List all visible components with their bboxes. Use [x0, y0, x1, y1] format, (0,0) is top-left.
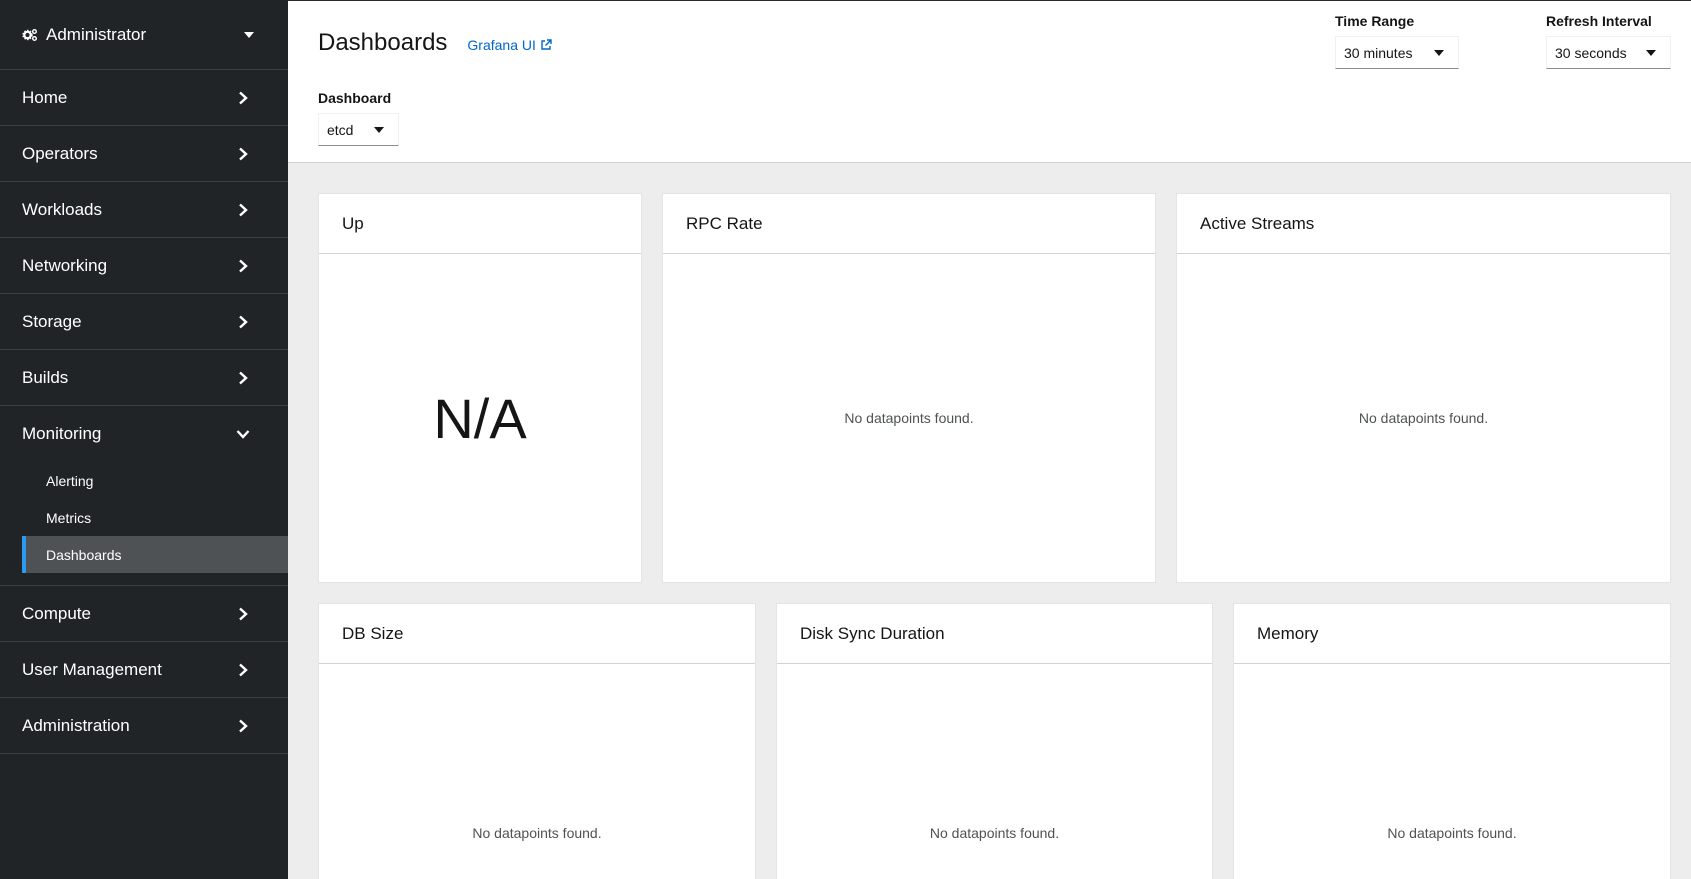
- grafana-ui-link[interactable]: Grafana UI: [467, 37, 552, 53]
- nav-operators[interactable]: Operators: [0, 126, 288, 182]
- dashboard-panels: Up N/A RPC Rate No datapoints found. Act…: [288, 163, 1691, 879]
- panel-title: Disk Sync Duration: [777, 604, 1212, 664]
- nav-networking[interactable]: Networking: [0, 238, 288, 294]
- refresh-interval-value: 30 seconds: [1555, 44, 1627, 61]
- caret-down-icon: [244, 31, 254, 38]
- empty-state-message: No datapoints found.: [844, 410, 974, 426]
- chevron-right-icon: [239, 607, 248, 620]
- nav-label: Monitoring: [22, 424, 102, 443]
- refresh-interval-label: Refresh Interval: [1546, 13, 1652, 29]
- refresh-interval-filter: Refresh Interval 30 seconds: [1546, 13, 1671, 69]
- nav-label: Home: [22, 87, 68, 107]
- chevron-right-icon: [239, 147, 248, 160]
- dashboard-select[interactable]: etcd: [318, 113, 399, 146]
- nav-workloads[interactable]: Workloads: [0, 182, 288, 238]
- panel-title: Up: [319, 194, 641, 254]
- subnav-alerting[interactable]: Alerting: [22, 462, 288, 499]
- nav-compute[interactable]: Compute: [0, 586, 288, 642]
- time-range-select[interactable]: 30 minutes: [1335, 36, 1459, 69]
- time-range-label: Time Range: [1335, 13, 1415, 29]
- nav-label: Workloads: [22, 199, 102, 219]
- chevron-right-icon: [239, 91, 248, 104]
- empty-state-message: No datapoints found.: [1358, 410, 1489, 426]
- chevron-right-icon: [239, 259, 248, 272]
- panel-rpc-rate: RPC Rate No datapoints found.: [662, 193, 1156, 583]
- nav-label: Networking: [22, 255, 108, 275]
- grafana-link-label: Grafana UI: [467, 37, 536, 53]
- nav-label: User Management: [22, 659, 162, 679]
- nav-label: Storage: [22, 311, 82, 331]
- caret-down-icon: [374, 126, 384, 133]
- panel-title: RPC Rate: [663, 194, 1155, 254]
- dashboard-filter: Dashboard etcd: [318, 90, 399, 146]
- subnav-dashboards[interactable]: Dashboards: [22, 536, 288, 573]
- chevron-down-icon: [236, 430, 250, 439]
- empty-state-message: No datapoints found.: [472, 825, 602, 841]
- nav-monitoring[interactable]: Monitoring: [0, 406, 288, 462]
- sidebar: Administrator Home Operators Workloads N…: [0, 0, 288, 879]
- nav-user-management[interactable]: User Management: [0, 642, 288, 698]
- empty-state-message: No datapoints found.: [1387, 825, 1517, 841]
- caret-down-icon: [1646, 49, 1656, 56]
- chevron-right-icon: [239, 371, 248, 384]
- panel-disk-sync-duration: Disk Sync Duration No datapoints found.: [776, 603, 1213, 879]
- panel-memory: Memory No datapoints found.: [1233, 603, 1671, 879]
- dashboard-select-value: etcd: [327, 121, 354, 138]
- panel-db-size: DB Size No datapoints found.: [318, 603, 756, 879]
- nav-storage[interactable]: Storage: [0, 294, 288, 350]
- panel-title: Active Streams: [1177, 194, 1670, 254]
- panel-title: Memory: [1234, 604, 1670, 664]
- time-range-value: 30 minutes: [1344, 44, 1413, 61]
- chevron-right-icon: [239, 315, 248, 328]
- cogs-icon: [22, 28, 37, 41]
- nav-administration[interactable]: Administration: [0, 698, 288, 754]
- panel-active-streams: Active Streams No datapoints found.: [1176, 193, 1671, 583]
- page-title: Dashboards: [318, 29, 448, 56]
- main-content: Dashboards Grafana UI Dashboard etcd Tim…: [288, 0, 1691, 879]
- chevron-right-icon: [239, 663, 248, 676]
- nav-label: Operators: [22, 143, 98, 163]
- nav-builds[interactable]: Builds: [0, 350, 288, 406]
- nav-home[interactable]: Home: [0, 70, 288, 126]
- panel-up: Up N/A: [318, 193, 642, 583]
- page-header: Dashboards Grafana UI Dashboard etcd Tim…: [288, 1, 1691, 163]
- empty-state-message: No datapoints found.: [929, 825, 1060, 841]
- panel-title: DB Size: [319, 604, 755, 664]
- dashboard-label: Dashboard: [318, 90, 392, 106]
- nav-label: Administration: [22, 715, 130, 735]
- nav-label: Compute: [22, 603, 91, 623]
- refresh-interval-select[interactable]: 30 seconds: [1546, 36, 1671, 69]
- time-range-filter: Time Range 30 minutes: [1335, 13, 1459, 69]
- chevron-right-icon: [239, 203, 248, 216]
- nav-label: Builds: [22, 367, 69, 387]
- perspective-switcher[interactable]: Administrator: [0, 0, 288, 70]
- subnav-metrics[interactable]: Metrics: [22, 499, 288, 536]
- external-link-icon: [541, 39, 552, 50]
- panel-value: N/A: [433, 386, 527, 450]
- chevron-right-icon: [239, 719, 248, 732]
- caret-down-icon: [1434, 49, 1444, 56]
- perspective-label: Administrator: [46, 24, 147, 44]
- monitoring-subnav: Alerting Metrics Dashboards: [0, 462, 288, 586]
